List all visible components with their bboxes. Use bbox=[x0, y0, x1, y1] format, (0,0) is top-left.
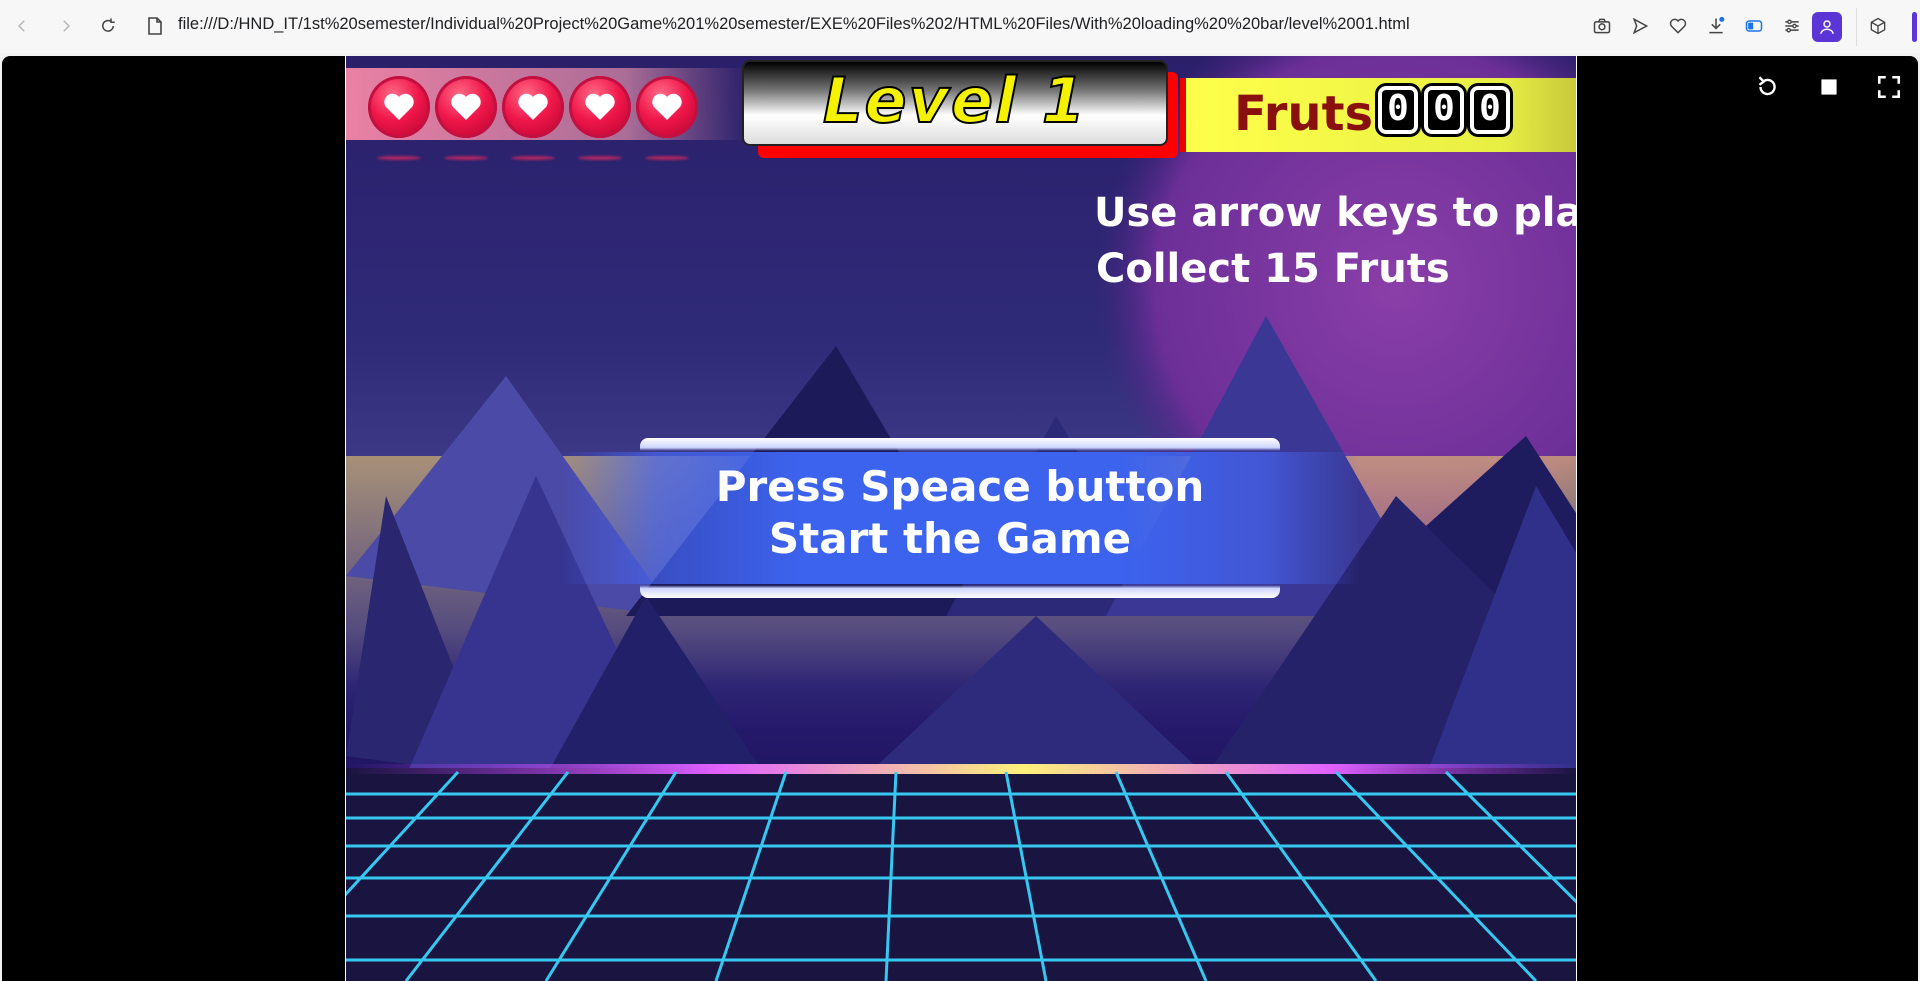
start-prompt-line2: Start the Game bbox=[768, 514, 1132, 563]
fullscreen-icon bbox=[1877, 75, 1901, 99]
heart-reflection bbox=[444, 156, 488, 160]
lives-panel bbox=[346, 68, 746, 164]
heart-reflection bbox=[511, 156, 555, 160]
settings-button[interactable] bbox=[1780, 14, 1804, 38]
reload-button[interactable] bbox=[96, 14, 120, 38]
digit-value: 0 bbox=[1479, 88, 1501, 129]
heart-icon bbox=[384, 93, 414, 120]
fruit-counter-digit: 0 bbox=[1424, 86, 1464, 134]
digit-value: 0 bbox=[1387, 88, 1409, 129]
level-panel: Level 1 bbox=[742, 60, 1178, 160]
fruit-counter-label: Fruts bbox=[1234, 86, 1374, 142]
reload-icon bbox=[102, 18, 115, 32]
camera-button[interactable] bbox=[1590, 14, 1614, 38]
browser-toolbar: file:///D:/HND_IT/1st%20semester/Individ… bbox=[0, 0, 1920, 53]
ground-plane bbox=[346, 768, 1576, 981]
heart-icon bbox=[518, 93, 548, 120]
extensions-button[interactable] bbox=[1866, 14, 1890, 38]
arrow-right-icon bbox=[63, 20, 71, 32]
page-viewport: Level 1 Fruts 0 0 0 Use arrow keys to pl… bbox=[2, 56, 1918, 981]
instruction-goal: Collect 15 Fruts bbox=[1096, 246, 1450, 292]
cube-icon bbox=[1870, 17, 1886, 35]
heart-reflection bbox=[377, 156, 421, 160]
horizon-glow bbox=[346, 764, 1576, 774]
heart-icon bbox=[451, 93, 481, 120]
sidebar-edge[interactable] bbox=[1912, 12, 1917, 42]
life-heart bbox=[368, 76, 430, 138]
send-button[interactable] bbox=[1628, 14, 1652, 38]
heart-icon bbox=[652, 93, 682, 120]
life-heart bbox=[569, 76, 631, 138]
heart-icon bbox=[585, 93, 615, 120]
sidebar-icon bbox=[1745, 20, 1763, 32]
instruction-controls: Use arrow keys to play bbox=[1094, 190, 1577, 236]
send-icon bbox=[1632, 17, 1649, 35]
fruit-counter-digit: 0 bbox=[1470, 86, 1510, 134]
address-bar[interactable]: file:///D:/HND_IT/1st%20semester/Individ… bbox=[178, 15, 1410, 34]
life-heart bbox=[435, 76, 497, 138]
camera-icon bbox=[1593, 18, 1611, 34]
fullscreen-button[interactable] bbox=[1874, 72, 1904, 102]
fruit-counter-panel: Fruts 0 0 0 bbox=[1180, 78, 1576, 152]
life-heart bbox=[502, 76, 564, 138]
sliders-icon bbox=[1785, 19, 1799, 33]
heart-reflection bbox=[645, 156, 689, 160]
heart-reflection bbox=[578, 156, 622, 160]
forward-button[interactable] bbox=[54, 14, 78, 38]
game-canvas[interactable]: Level 1 Fruts 0 0 0 Use arrow keys to pl… bbox=[345, 56, 1577, 981]
favorite-button[interactable] bbox=[1666, 14, 1690, 38]
fruit-counter-digit: 0 bbox=[1378, 86, 1418, 134]
arrow-left-icon bbox=[17, 20, 25, 32]
start-prompt-line1: Press Speace button bbox=[715, 462, 1205, 511]
life-heart bbox=[636, 76, 698, 138]
start-banner[interactable]: Press Speace button Start the Game bbox=[560, 438, 1360, 598]
stop-button[interactable] bbox=[1814, 72, 1844, 102]
heart-icon bbox=[1669, 18, 1687, 34]
restart-icon bbox=[1758, 76, 1776, 96]
user-icon bbox=[1820, 20, 1834, 34]
downloads-button[interactable] bbox=[1704, 14, 1728, 38]
level-title: Level 1 bbox=[822, 63, 1087, 138]
stop-icon bbox=[1821, 79, 1837, 95]
restart-button[interactable] bbox=[1752, 72, 1782, 102]
back-button[interactable] bbox=[10, 14, 34, 38]
file-icon bbox=[148, 17, 162, 35]
digit-value: 0 bbox=[1433, 88, 1455, 129]
profile-button[interactable] bbox=[1812, 12, 1842, 42]
sidebar-toggle-button[interactable] bbox=[1742, 14, 1766, 38]
download-icon bbox=[1709, 16, 1725, 34]
toolbar-divider bbox=[1856, 8, 1857, 46]
